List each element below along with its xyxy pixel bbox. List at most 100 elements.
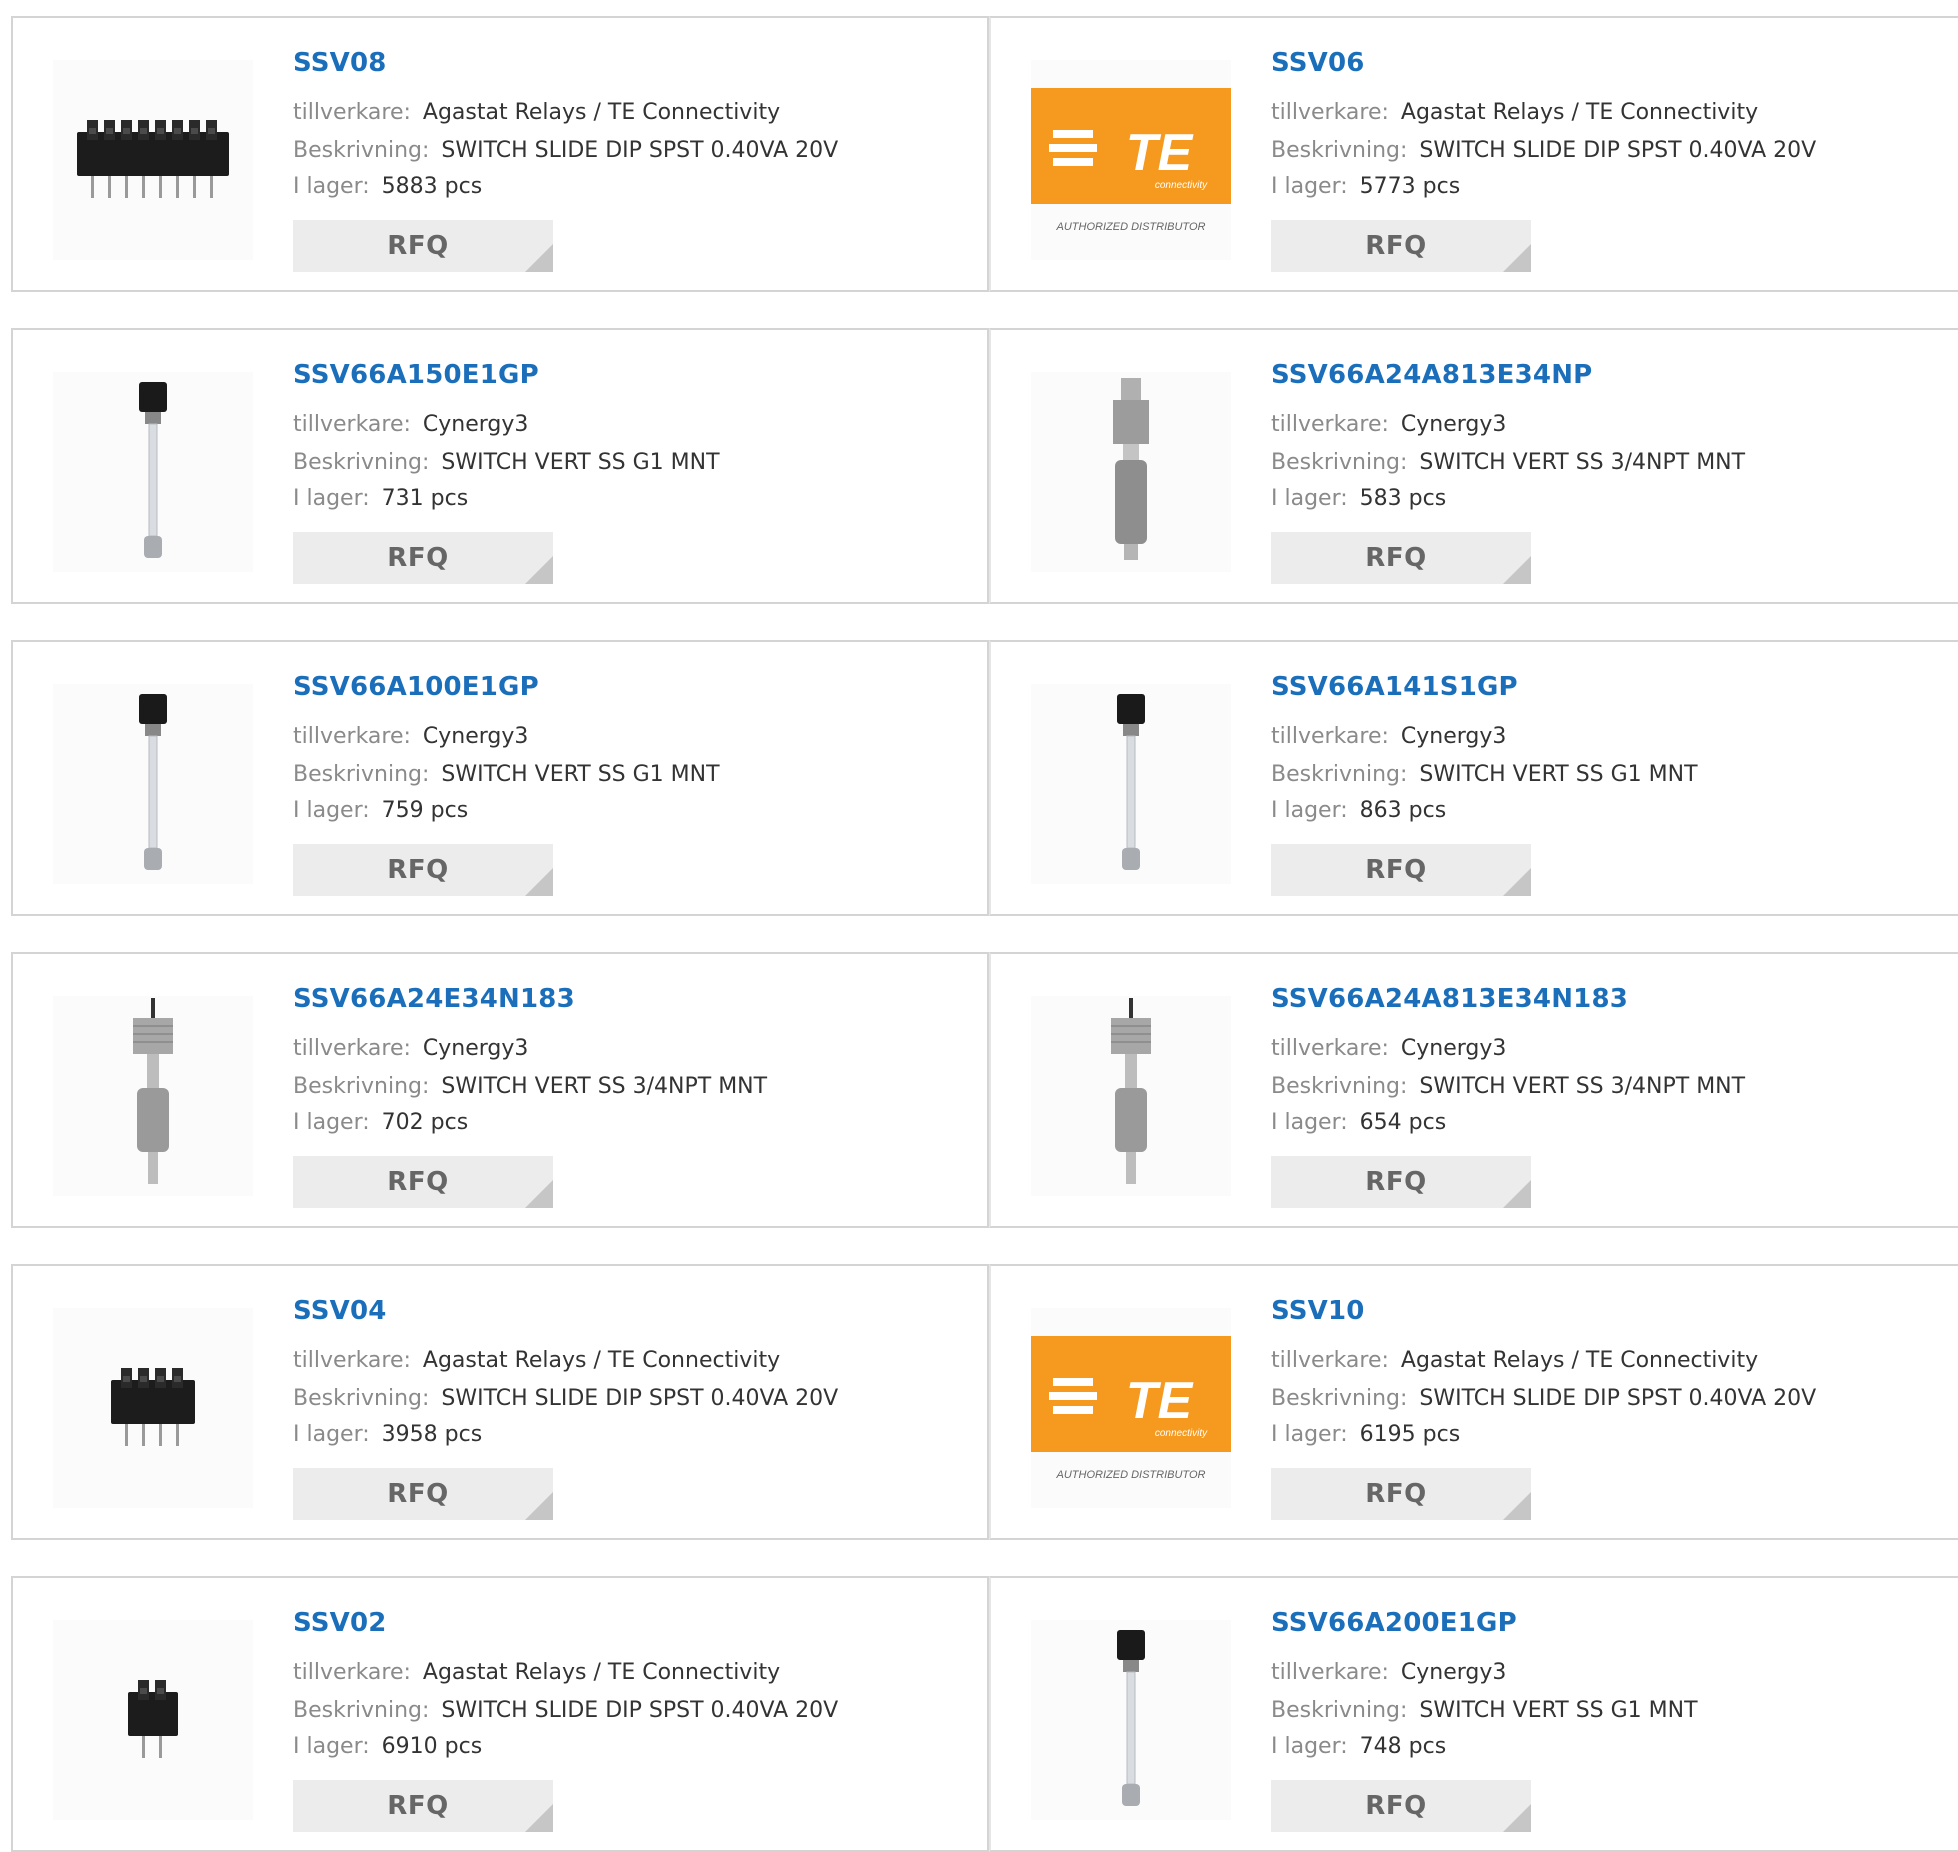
manufacturer-label: tillverkare: xyxy=(293,1348,411,1373)
product-image[interactable] xyxy=(53,684,253,884)
rfq-button[interactable]: RFQ xyxy=(1271,532,1531,584)
part-number-link[interactable]: SSV06 xyxy=(1271,48,1365,78)
te-connectivity-logo[interactable]: TE connectivity AUTHORIZED DISTRIBUTOR xyxy=(1031,1308,1231,1508)
part-number-link[interactable]: SSV66A24A813E34N183 xyxy=(1271,984,1628,1014)
product-image[interactable] xyxy=(53,372,253,572)
product-card-ssv04: SSV04 tillverkare: Agastat Relays / TE Co… xyxy=(11,1264,989,1540)
part-number-link[interactable]: SSV08 xyxy=(293,48,387,78)
description-value: SWITCH VERT SS G1 MNT xyxy=(441,762,720,787)
manufacturer-label: tillverkare: xyxy=(293,1036,411,1061)
te-connectivity-logo[interactable]: TE connectivity AUTHORIZED DISTRIBUTOR xyxy=(1031,60,1231,260)
product-card-ssv66a150e1gp: SSV66A150E1GP tillverkare: Cynergy3 Beskr… xyxy=(11,328,989,604)
description-label: Beskrivning: xyxy=(1271,138,1408,163)
rfq-button[interactable]: RFQ xyxy=(1271,844,1531,896)
manufacturer-value: Cynergy3 xyxy=(1400,1036,1507,1061)
manufacturer-label: tillverkare: xyxy=(293,100,411,125)
corner-triangle-icon xyxy=(1503,868,1531,896)
description-label: Beskrivning: xyxy=(293,762,430,787)
rfq-label: RFQ xyxy=(1365,543,1427,573)
part-number-link[interactable]: SSV66A200E1GP xyxy=(1271,1608,1517,1638)
stock-value: 6910 pcs xyxy=(381,1734,483,1759)
dip-switch-icon xyxy=(128,1680,178,1758)
description-value: SWITCH SLIDE DIP SPST 0.40VA 20V xyxy=(441,1698,839,1723)
description-row: Beskrivning: SWITCH SLIDE DIP SPST 0.40VA… xyxy=(1271,1386,1816,1411)
stock-row: I lager: 6910 pcs xyxy=(293,1734,482,1759)
description-value: SWITCH VERT SS G1 MNT xyxy=(1419,762,1698,787)
corner-triangle-icon xyxy=(1503,1180,1531,1208)
manufacturer-label: tillverkare: xyxy=(1271,100,1389,125)
rfq-button[interactable]: RFQ xyxy=(293,1780,553,1832)
manufacturer-label: tillverkare: xyxy=(293,1660,411,1685)
stock-label: I lager: xyxy=(293,1422,370,1447)
stock-label: I lager: xyxy=(293,174,370,199)
rfq-label: RFQ xyxy=(1365,855,1427,885)
product-card-ssv66a141s1gp: SSV66A141S1GP tillverkare: Cynergy3 Beskr… xyxy=(989,640,1958,916)
manufacturer-label: tillverkare: xyxy=(1271,412,1389,437)
rfq-button[interactable]: RFQ xyxy=(293,532,553,584)
rfq-label: RFQ xyxy=(387,855,449,885)
description-label: Beskrivning: xyxy=(1271,1074,1408,1099)
description-row: Beskrivning: SWITCH VERT SS G1 MNT xyxy=(1271,762,1698,787)
rfq-button[interactable]: RFQ xyxy=(293,220,553,272)
product-card-ssv08: SSV08 tillverkare: Agastat Relays / TE Co… xyxy=(11,16,989,292)
description-label: Beskrivning: xyxy=(293,450,430,475)
float-switch-icon xyxy=(1113,378,1149,560)
manufacturer-row: tillverkare: Cynergy3 xyxy=(293,412,528,437)
stock-row: I lager: 702 pcs xyxy=(293,1110,468,1135)
stock-row: I lager: 5773 pcs xyxy=(1271,174,1460,199)
float-switch-icon xyxy=(1111,998,1151,1184)
stock-label: I lager: xyxy=(293,1734,370,1759)
manufacturer-value: Cynergy3 xyxy=(422,412,529,437)
description-row: Beskrivning: SWITCH VERT SS G1 MNT xyxy=(293,450,720,475)
corner-triangle-icon xyxy=(525,556,553,584)
product-image[interactable] xyxy=(53,60,253,260)
stock-value: 3958 pcs xyxy=(381,1422,483,1447)
product-card-ssv02: SSV02 tillverkare: Agastat Relays / TE Co… xyxy=(11,1576,989,1852)
rfq-button[interactable]: RFQ xyxy=(293,844,553,896)
corner-triangle-icon xyxy=(525,1492,553,1520)
product-image[interactable] xyxy=(1031,996,1231,1196)
manufacturer-row: tillverkare: Cynergy3 xyxy=(1271,1036,1506,1061)
rfq-button[interactable]: RFQ xyxy=(293,1468,553,1520)
rfq-button[interactable]: RFQ xyxy=(1271,1156,1531,1208)
part-number-link[interactable]: SSV66A100E1GP xyxy=(293,672,539,702)
te-logo-word: TE xyxy=(1126,124,1194,182)
stock-value: 759 pcs xyxy=(381,798,469,823)
manufacturer-value: Agastat Relays / TE Connectivity xyxy=(422,100,781,125)
manufacturer-label: tillverkare: xyxy=(293,412,411,437)
description-row: Beskrivning: SWITCH SLIDE DIP SPST 0.40VA… xyxy=(1271,138,1816,163)
product-image[interactable] xyxy=(53,996,253,1196)
rfq-label: RFQ xyxy=(1365,231,1427,261)
part-number-link[interactable]: SSV66A150E1GP xyxy=(293,360,539,390)
description-row: Beskrivning: SWITCH VERT SS G1 MNT xyxy=(293,762,720,787)
part-number-link[interactable]: SSV66A141S1GP xyxy=(1271,672,1518,702)
manufacturer-label: tillverkare: xyxy=(1271,724,1389,749)
stock-row: I lager: 654 pcs xyxy=(1271,1110,1446,1135)
float-switch-icon xyxy=(139,382,167,558)
rfq-button[interactable]: RFQ xyxy=(1271,220,1531,272)
product-image[interactable] xyxy=(53,1308,253,1508)
rfq-button[interactable]: RFQ xyxy=(1271,1780,1531,1832)
part-number-link[interactable]: SSV10 xyxy=(1271,1296,1365,1326)
part-number-link[interactable]: SSV66A24A813E34NP xyxy=(1271,360,1592,390)
manufacturer-row: tillverkare: Cynergy3 xyxy=(293,1036,528,1061)
product-image[interactable] xyxy=(53,1620,253,1820)
stock-label: I lager: xyxy=(293,1110,370,1135)
rfq-button[interactable]: RFQ xyxy=(293,1156,553,1208)
product-image[interactable] xyxy=(1031,684,1231,884)
part-number-link[interactable]: SSV02 xyxy=(293,1608,387,1638)
te-logo-caption: AUTHORIZED DISTRIBUTOR xyxy=(1056,1469,1206,1481)
description-row: Beskrivning: SWITCH SLIDE DIP SPST 0.40VA… xyxy=(293,138,838,163)
part-number-link[interactable]: SSV66A24E34N183 xyxy=(293,984,575,1014)
description-value: SWITCH SLIDE DIP SPST 0.40VA 20V xyxy=(1419,1386,1817,1411)
rfq-button[interactable]: RFQ xyxy=(1271,1468,1531,1520)
product-image[interactable] xyxy=(1031,372,1231,572)
product-card-ssv66a100e1gp: SSV66A100E1GP tillverkare: Cynergy3 Beskr… xyxy=(11,640,989,916)
description-label: Beskrivning: xyxy=(1271,450,1408,475)
manufacturer-label: tillverkare: xyxy=(1271,1348,1389,1373)
product-image[interactable] xyxy=(1031,1620,1231,1820)
description-value: SWITCH VERT SS 3/4NPT MNT xyxy=(1419,1074,1746,1099)
rfq-label: RFQ xyxy=(387,1479,449,1509)
part-number-link[interactable]: SSV04 xyxy=(293,1296,387,1326)
description-value: SWITCH SLIDE DIP SPST 0.40VA 20V xyxy=(441,1386,839,1411)
